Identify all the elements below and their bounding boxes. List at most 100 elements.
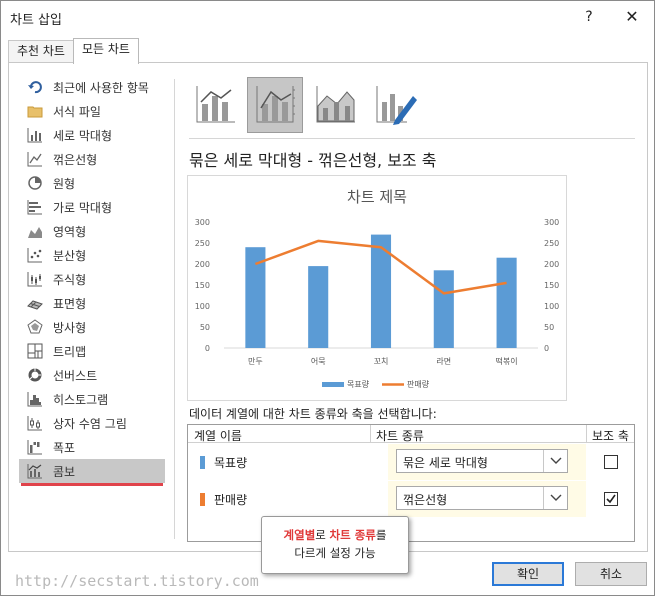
- header-chart-type: 차트 종류: [376, 429, 424, 443]
- sidebar-item[interactable]: 꺾은선형: [19, 147, 165, 171]
- radar-chart-icon: [27, 319, 43, 335]
- subtype-clustered-column-line[interactable]: [187, 77, 243, 133]
- series-grid-caption: 데이터 계열에 대한 차트 종류와 축을 선택합니다:: [189, 407, 437, 421]
- divider: [174, 79, 175, 539]
- sidebar-item[interactable]: 주식형: [19, 267, 165, 291]
- sidebar-item-label: 방사형: [53, 320, 87, 335]
- subtype-stacked-area-column[interactable]: [307, 77, 363, 133]
- sidebar-item[interactable]: 서식 파일: [19, 99, 165, 123]
- chart-preview: 0 50 100 150 200 250 300 0 50 100 150 200 250 300 만두 어묵…: [187, 175, 567, 401]
- legend-label: 목표량: [347, 379, 370, 389]
- series-grid: 계열 이름 차트 종류 보조 축 목표량 묶은 세로 막대형 판매량 꺾은선형: [187, 424, 635, 542]
- sidebar-item[interactable]: 폭포: [19, 435, 165, 459]
- x-tick-label: 만두: [248, 357, 263, 366]
- area-chart-icon: [27, 223, 43, 239]
- tab-all-charts[interactable]: 모든 차트: [73, 38, 139, 64]
- y2-tick-label: 50: [544, 323, 554, 332]
- scatter-chart-icon: [27, 247, 43, 263]
- sunburst-icon: [27, 367, 43, 383]
- series-row: 목표량 묶은 세로 막대형: [188, 444, 634, 480]
- column-chart-icon: [27, 127, 43, 143]
- x-tick-label: 떡볶이: [496, 356, 518, 366]
- sidebar-item-label: 콤보: [53, 464, 76, 479]
- sidebar-item-label: 표면형: [53, 296, 87, 311]
- chart-subtype-gallery: [189, 77, 629, 135]
- sidebar-item[interactable]: 방사형: [19, 315, 165, 339]
- sidebar-item-label: 폭포: [53, 440, 76, 455]
- sidebar-item-label: 주식형: [53, 272, 87, 287]
- subtype-custom-combination[interactable]: [367, 77, 423, 133]
- chart-type-select[interactable]: 묶은 세로 막대형: [396, 449, 568, 473]
- x-tick-label: 라면: [436, 356, 451, 366]
- sidebar-item-label: 상자 수염 그림: [53, 416, 127, 431]
- y-tick-label: 50: [200, 323, 210, 332]
- sidebar-item[interactable]: 최근에 사용한 항목: [19, 75, 165, 99]
- y2-tick-label: 0: [544, 344, 549, 353]
- tab-recommended-charts[interactable]: 추천 차트: [8, 40, 74, 63]
- subtype-title: 묶은 세로 막대형 - 꺾은선형, 보조 축: [189, 151, 437, 170]
- ok-button[interactable]: 확인: [492, 562, 564, 586]
- bar: [308, 266, 329, 348]
- combo-column-line-secondary-icon: [253, 82, 297, 129]
- combo-area-column-icon: [313, 82, 357, 129]
- watermark: http://secstart.tistory.com: [15, 572, 259, 590]
- sidebar-item[interactable]: 상자 수염 그림: [19, 411, 165, 435]
- sidebar-item[interactable]: 분산형: [19, 243, 165, 267]
- annotation-callout: 계열별로 차트 종류를 다르게 설정 가능: [261, 516, 409, 574]
- folder-icon: [27, 103, 43, 119]
- cancel-button[interactable]: 취소: [575, 562, 647, 586]
- series-color-swatch: [200, 456, 205, 469]
- close-button[interactable]: ✕: [621, 6, 643, 28]
- bar: [496, 257, 517, 348]
- sidebar-item-label: 히스토그램: [53, 392, 109, 407]
- callout-text: 로: [315, 528, 330, 542]
- y2-tick-label: 200: [544, 260, 559, 269]
- header-series-name: 계열 이름: [194, 429, 242, 443]
- sidebar-item[interactable]: 트리맵: [19, 339, 165, 363]
- sidebar-item[interactable]: 히스토그램: [19, 387, 165, 411]
- column-divider: [370, 425, 371, 443]
- y2-tick-label: 100: [544, 302, 559, 311]
- sidebar-item[interactable]: 원형: [19, 171, 165, 195]
- sidebar-item[interactable]: 가로 막대형: [19, 195, 165, 219]
- column-divider: [586, 425, 587, 443]
- y2-tick-label: 150: [544, 281, 559, 290]
- callout-highlight: 차트 종류: [329, 528, 376, 542]
- secondary-axis-checkbox[interactable]: [604, 492, 618, 506]
- chart-type-value: 묶은 세로 막대형: [403, 456, 488, 470]
- histogram-icon: [27, 391, 43, 407]
- chart-category-list: 최근에 사용한 항목 서식 파일세로 막대형꺾은선형원형가로 막대형영역형분산형주…: [19, 75, 165, 483]
- checkmark-icon: [606, 494, 616, 504]
- sidebar-item[interactable]: 선버스트: [19, 363, 165, 387]
- series-grid-header: 계열 이름 차트 종류 보조 축: [188, 425, 634, 443]
- sidebar-item-label: 분산형: [53, 248, 87, 263]
- stock-chart-icon: [27, 271, 43, 287]
- header-secondary-axis: 보조 축: [592, 429, 629, 443]
- sidebar-item-label: 세로 막대형: [53, 128, 113, 143]
- chart-type-select[interactable]: 꺾은선형: [396, 486, 568, 510]
- series-color-swatch: [200, 493, 205, 506]
- undo-icon: [27, 79, 43, 95]
- selection-underline: [21, 483, 163, 486]
- treemap-icon: [27, 343, 43, 359]
- dialog-title: 차트 삽입: [10, 13, 62, 28]
- chevron-down-icon[interactable]: [543, 487, 567, 509]
- secondary-axis-checkbox[interactable]: [604, 455, 618, 469]
- line-chart-icon: [27, 151, 43, 167]
- sidebar-item-label: 원형: [53, 176, 76, 191]
- sidebar-item[interactable]: 콤보: [19, 459, 165, 483]
- x-tick-label: 어묵: [311, 356, 326, 366]
- pie-chart-icon: [27, 175, 43, 191]
- sidebar-item[interactable]: 표면형: [19, 291, 165, 315]
- y2-tick-label: 250: [544, 239, 559, 248]
- subtype-clustered-column-line-secondary[interactable]: [247, 77, 303, 133]
- help-button[interactable]: ?: [579, 6, 599, 28]
- callout-highlight: 계열별: [283, 528, 316, 542]
- sidebar-item-label: 영역형: [53, 224, 87, 239]
- insert-chart-dialog: 차트 삽입 ? ✕ 추천 차트 모든 차트 최근에 사용한 항목 서식 파일세로 …: [0, 0, 655, 596]
- sidebar-item[interactable]: 세로 막대형: [19, 123, 165, 147]
- y-tick-label: 100: [195, 302, 210, 311]
- chevron-down-icon[interactable]: [543, 450, 567, 472]
- sidebar-item-label: 가로 막대형: [53, 200, 113, 215]
- sidebar-item[interactable]: 영역형: [19, 219, 165, 243]
